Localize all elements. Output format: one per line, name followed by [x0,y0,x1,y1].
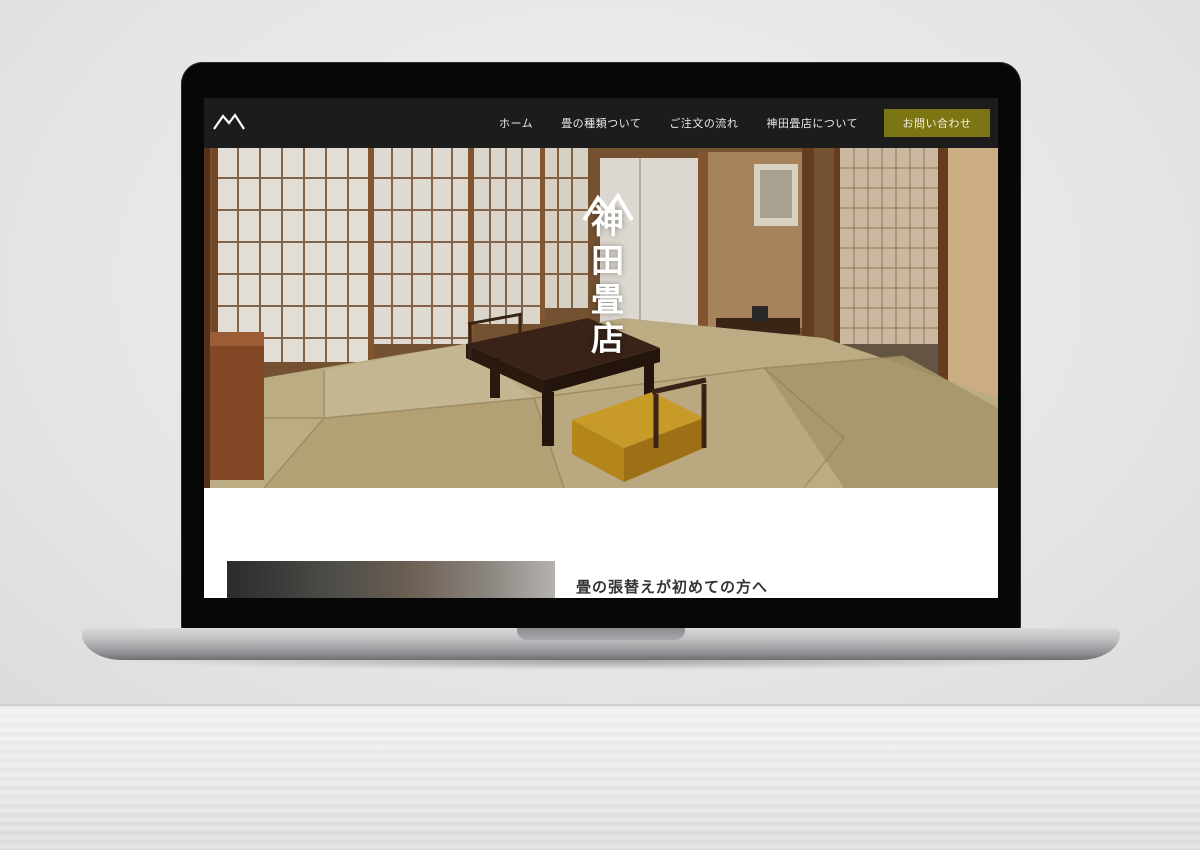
nav-item-tatami-types[interactable]: 畳の種類ついて [561,115,641,131]
nav-item-order-flow[interactable]: ご注文の流れ [669,115,738,131]
mountain-logo-icon[interactable] [212,110,246,132]
nav-item-about[interactable]: 神田畳店について [766,115,858,131]
hero-brand: 神田畳店 [580,190,634,372]
nav-menu: ホーム 畳の種類ついて ご注文の流れ 神田畳店について お問い合わせ [499,98,990,148]
section-heading: 畳の張替えが初めての方へ [576,578,769,596]
desk-surface [0,706,1200,850]
laptop-notch [517,628,685,640]
hero-image: 神田畳店 [204,148,998,488]
website-screen: ホーム 畳の種類ついて ご注文の流れ 神田畳店について お問い合わせ 神田畳店 … [204,98,998,598]
section-photo [227,561,555,598]
mountain-logo-icon [582,192,634,222]
nav-item-home[interactable]: ホーム [499,115,533,131]
top-navigation: ホーム 畳の種類ついて ご注文の流れ 神田畳店について お問い合わせ [204,98,998,148]
contact-button[interactable]: お問い合わせ [884,109,990,137]
